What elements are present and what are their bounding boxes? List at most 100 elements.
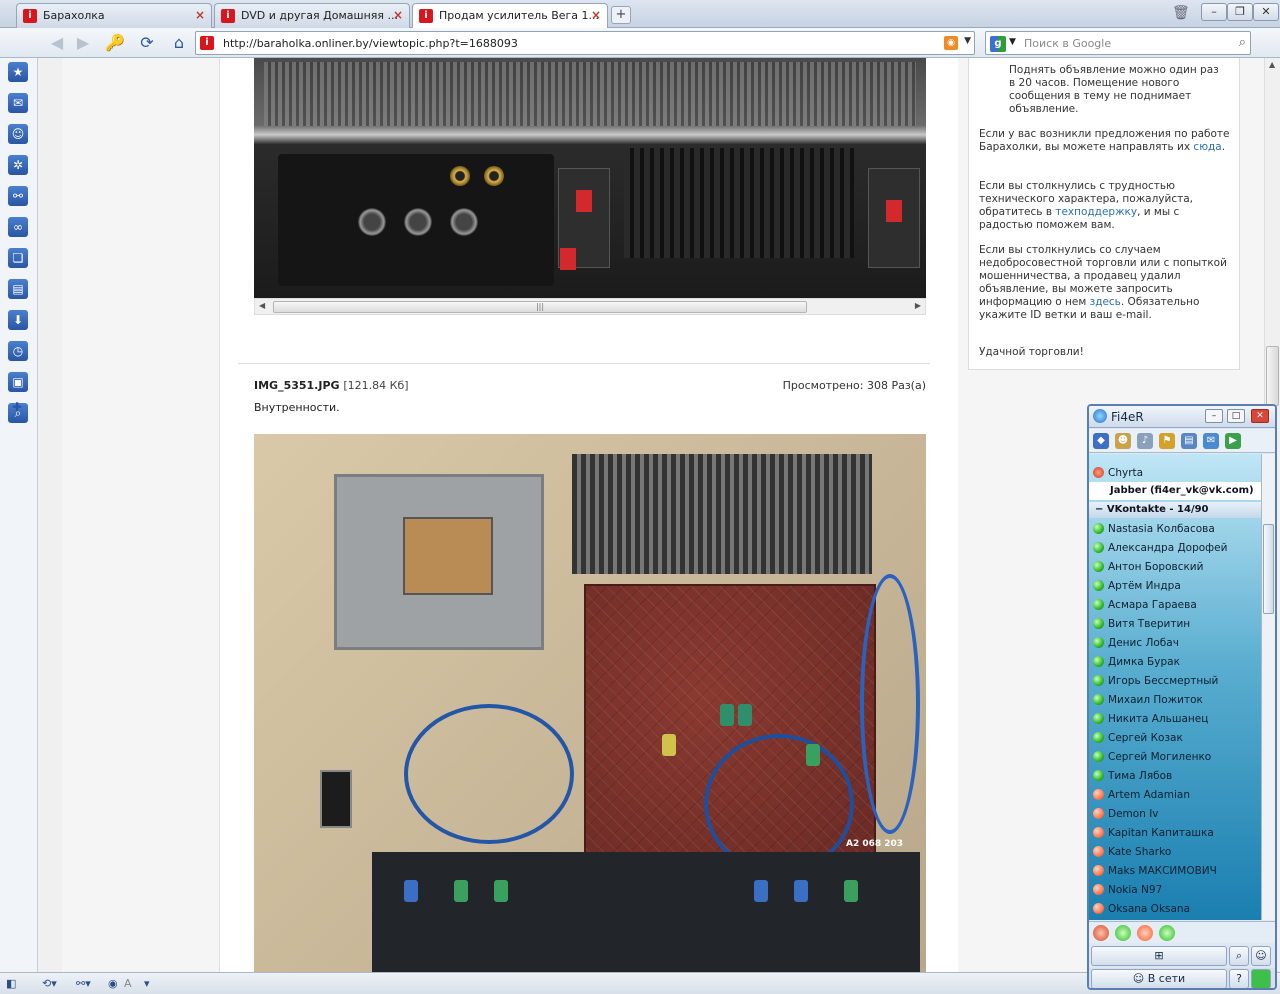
links-icon[interactable]: ∞ (8, 217, 28, 237)
address-bar[interactable]: i http://baraholka.onliner.by/viewtopic.… (195, 31, 975, 55)
back-button[interactable]: ◀ (46, 32, 68, 54)
trash-icon[interactable]: 🗑 (1172, 5, 1190, 23)
chevron-down-icon[interactable]: ▼ (964, 36, 971, 46)
file-name[interactable]: IMG_5351.JPG (254, 379, 340, 392)
google-icon[interactable]: g (990, 36, 1006, 52)
widgets-icon[interactable]: ✲ (8, 155, 28, 175)
attachment-filename[interactable]: IMG_5351.JPG [121.84 Кб] (254, 379, 409, 392)
contact-item[interactable]: Kapitan Капиташка (1093, 824, 1214, 842)
scroll-right-icon[interactable]: ▶ (915, 301, 921, 310)
minimize-button[interactable]: – (1201, 3, 1227, 21)
mail-icon[interactable]: ✉ (8, 93, 28, 113)
contact-item[interactable]: Demon Iv (1093, 805, 1159, 823)
fraud-report-link[interactable]: здесь (1090, 296, 1121, 308)
scrollbar-thumb[interactable]: ||| (273, 301, 807, 313)
help-icon[interactable]: ? (1229, 969, 1249, 988)
notes-icon[interactable]: ▤ (8, 279, 28, 299)
contact-item[interactable]: Витя Тверитин (1093, 615, 1190, 633)
close-tab-icon[interactable]: × (591, 8, 601, 22)
contact-item[interactable]: Сергей Козак (1093, 729, 1183, 747)
icq-icon[interactable] (1115, 925, 1131, 941)
turbo-icon[interactable]: ◉ (108, 976, 118, 992)
im-minimize-button[interactable]: – (1205, 409, 1223, 423)
techsupport-link[interactable]: техподдержку (1055, 206, 1137, 218)
windows-icon[interactable]: ❏ (8, 248, 28, 268)
tab-baraholka[interactable]: i Барахолка × (16, 3, 212, 28)
contact-item[interactable]: Никита Альшанец (1093, 710, 1208, 728)
im-close-button[interactable]: ✕ (1251, 409, 1269, 423)
contact-item[interactable]: Асмара Гараева (1093, 596, 1197, 614)
status-selector-button[interactable]: ☺ В сети (1091, 969, 1227, 988)
history-icon[interactable]: ▤ (1181, 433, 1197, 449)
scrollbar-thumb[interactable] (1266, 346, 1279, 406)
chat-icon[interactable]: ✉ (1203, 433, 1219, 449)
restore-button[interactable]: ❐ (1227, 3, 1253, 21)
image-horizontal-scrollbar[interactable]: ◀ ||| ▶ (254, 298, 926, 315)
unite-status-icon[interactable]: ⚯▾ (76, 976, 91, 992)
contact-item[interactable]: Kate Sharko (1093, 843, 1171, 861)
amplifier-rear-photo[interactable] (254, 58, 926, 298)
contact-item[interactable]: Михаил Пожиток (1093, 691, 1203, 709)
contact-item[interactable]: Артём Индра (1093, 577, 1181, 595)
user-icon[interactable] (1093, 925, 1109, 941)
contact-item[interactable]: Maks МАКСИМОВИЧ (1093, 862, 1217, 880)
rss-icon[interactable]: ◉ (944, 36, 958, 50)
close-tab-icon[interactable]: × (393, 8, 403, 22)
contact-item[interactable]: Сергей Могиленко (1093, 748, 1211, 766)
reload-button[interactable]: ⟳ (136, 32, 158, 54)
tab-dvd[interactable]: i DVD и другая Домашняя ... × (214, 3, 410, 28)
contact-item[interactable]: Тима Лябов (1093, 767, 1172, 785)
im-maximize-button[interactable]: □ (1227, 409, 1245, 423)
contact-item[interactable]: Nokia N97 (1093, 881, 1162, 899)
history-icon[interactable]: ◷ (8, 341, 28, 361)
scroll-up-icon[interactable]: ▲ (1269, 60, 1275, 69)
im-titlebar[interactable]: Fi4eR – □ ✕ (1089, 406, 1275, 428)
bookmarks-icon[interactable]: ★ (8, 62, 28, 82)
contact-item[interactable]: Антон Боровский (1093, 558, 1203, 576)
suggestions-link[interactable]: сюда (1193, 141, 1221, 153)
search-contact-icon[interactable]: ⌕ (1229, 946, 1249, 966)
main-menu-icon[interactable]: ◆ (1093, 433, 1109, 449)
contact-item[interactable]: Александра Дорофей (1093, 539, 1227, 557)
sync-icon[interactable]: ⟲▾ (42, 976, 57, 992)
contact-chyrta[interactable]: Chyrta (1093, 464, 1143, 482)
offline-contacts-icon[interactable]: ☻ (1115, 433, 1131, 449)
mail-agent-icon[interactable] (1137, 925, 1153, 941)
add-contact-icon[interactable]: ☺ (1251, 946, 1271, 966)
privacy-icon[interactable]: ⚑ (1159, 433, 1175, 449)
home-button[interactable]: ⌂ (168, 32, 190, 54)
jabber-account[interactable]: Jabber (fi4er_vk@vk.com) (1089, 482, 1261, 500)
panel-toggle-icon[interactable]: ◧ (6, 976, 16, 992)
add-panel-icon[interactable]: ✚ (12, 400, 22, 414)
url-text[interactable]: http://baraholka.onliner.by/viewtopic.ph… (223, 37, 518, 50)
contacts-icon[interactable]: ☺ (8, 124, 28, 144)
close-window-button[interactable]: ✕ (1253, 3, 1279, 21)
chevron-down-icon[interactable]: ▾ (144, 976, 150, 992)
downloads-icon[interactable]: ⬇ (8, 310, 28, 330)
tab-vega-amp[interactable]: i Продам усилитель Вега 1... × (412, 3, 608, 29)
plugin-icon[interactable]: ▶ (1225, 433, 1241, 449)
new-tab-button[interactable]: + (611, 6, 631, 24)
contact-item[interactable]: Nastasia Колбасова (1093, 520, 1215, 538)
contact-item[interactable]: Денис Лобач (1093, 634, 1179, 652)
amplifier-internals-photo[interactable]: A2 068 203 (254, 434, 926, 972)
contact-item[interactable]: Artem Adamian (1093, 786, 1190, 804)
forward-button[interactable]: ▶ (72, 32, 94, 54)
chevron-down-icon[interactable]: ▼ (1009, 37, 1016, 47)
key-icon[interactable]: 🔑 (104, 32, 126, 54)
info-icon[interactable]: ▣ (8, 372, 28, 392)
contact-item[interactable]: Димка Бурак (1093, 653, 1180, 671)
contact-item[interactable]: Игорь Бессмертный (1093, 672, 1218, 690)
zoom-label[interactable]: A (124, 976, 132, 992)
online-indicator-icon[interactable] (1251, 969, 1271, 988)
sound-icon[interactable]: ♪ (1137, 433, 1153, 449)
search-icon[interactable]: ⌕ (1239, 35, 1246, 50)
contact-list-scrollbar[interactable] (1261, 454, 1275, 920)
scroll-left-icon[interactable]: ◀ (259, 301, 265, 310)
close-tab-icon[interactable]: × (195, 8, 205, 22)
search-placeholder[interactable]: Поиск в Google (1024, 37, 1111, 50)
scrollbar-thumb[interactable] (1263, 524, 1274, 614)
contact-item[interactable]: Oksana Oksana (1093, 900, 1190, 918)
unite-icon[interactable]: ⚯ (8, 186, 28, 206)
group-vkontakte[interactable]: − VKontakte - 14/90 (1089, 502, 1261, 518)
